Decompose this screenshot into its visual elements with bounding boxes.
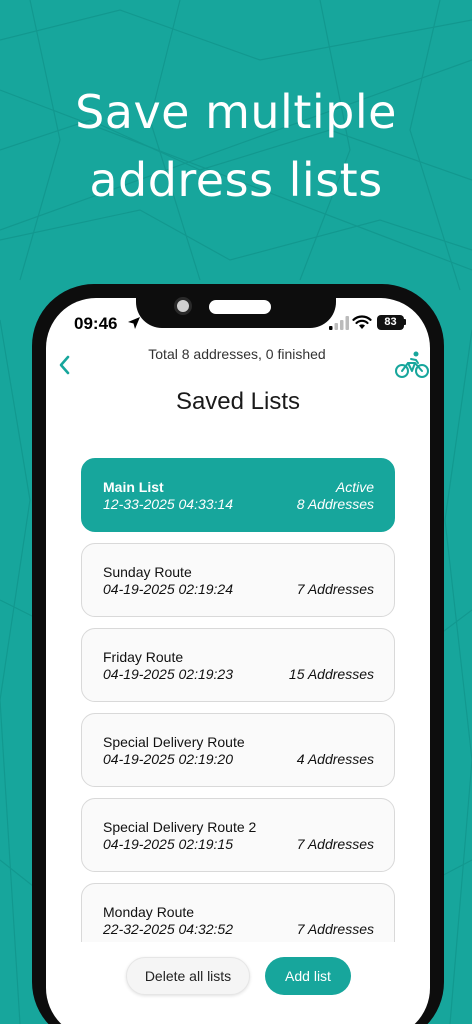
delete-all-lists-button[interactable]: Delete all lists bbox=[126, 957, 250, 995]
headline-line-1: Save multiple bbox=[75, 85, 397, 139]
list-count: 8 Addresses bbox=[296, 496, 374, 512]
location-arrow-icon bbox=[128, 317, 140, 329]
list-name: Sunday Route bbox=[103, 564, 192, 580]
status-time: 09:46 bbox=[74, 314, 118, 333]
cellular-signal-icon bbox=[329, 316, 349, 330]
saved-lists[interactable]: Main List 12-33-2025 04:33:14 Active 8 A… bbox=[46, 450, 430, 942]
list-item[interactable]: Special Delivery Route 2 04-19-2025 02:1… bbox=[81, 798, 395, 872]
address-summary: Total 8 addresses, 0 finished bbox=[148, 346, 326, 362]
camera-icon bbox=[174, 297, 192, 315]
list-count: 7 Addresses bbox=[296, 581, 374, 597]
battery-tip bbox=[404, 319, 406, 325]
bicycle-icon[interactable] bbox=[394, 350, 430, 380]
list-count: 7 Addresses bbox=[296, 836, 374, 852]
list-date: 04-19-2025 02:19:23 bbox=[103, 666, 233, 682]
list-status: Active bbox=[335, 479, 374, 495]
list-item[interactable]: Sunday Route 04-19-2025 02:19:24 7 Addre… bbox=[81, 543, 395, 617]
list-name: Monday Route bbox=[103, 904, 195, 920]
list-date: 04-19-2025 02:19:24 bbox=[103, 581, 233, 597]
list-date: 04-19-2025 02:19:15 bbox=[103, 836, 233, 852]
list-item[interactable]: Main List 12-33-2025 04:33:14 Active 8 A… bbox=[81, 458, 395, 532]
list-item[interactable]: Monday Route 22-32-2025 04:32:52 7 Addre… bbox=[81, 883, 395, 942]
list-count: 4 Addresses bbox=[296, 751, 374, 767]
list-name: Special Delivery Route bbox=[103, 734, 245, 750]
list-count: 7 Addresses bbox=[296, 921, 374, 937]
speaker-grille bbox=[209, 300, 271, 314]
page-title: Saved Lists bbox=[175, 388, 301, 415]
list-name: Special Delivery Route 2 bbox=[103, 819, 257, 835]
add-list-button[interactable]: Add list bbox=[265, 957, 351, 995]
list-item[interactable]: Friday Route 04-19-2025 02:19:23 15 Addr… bbox=[81, 628, 395, 702]
headline-line-2: address lists bbox=[89, 153, 383, 207]
list-item[interactable]: Special Delivery Route 04-19-2025 02:19:… bbox=[81, 713, 395, 787]
promo-headline: Save multiple address lists bbox=[0, 78, 472, 214]
list-count: 15 Addresses bbox=[288, 666, 374, 682]
list-date: 12-33-2025 04:33:14 bbox=[103, 496, 233, 512]
battery-icon: 83 bbox=[377, 315, 404, 330]
list-date: 22-32-2025 04:32:52 bbox=[103, 921, 233, 937]
wifi-icon bbox=[352, 315, 372, 329]
list-name: Main List bbox=[103, 479, 164, 495]
list-name: Friday Route bbox=[103, 649, 184, 665]
chevron-left-icon[interactable] bbox=[56, 354, 74, 376]
list-date: 04-19-2025 02:19:20 bbox=[103, 751, 233, 767]
